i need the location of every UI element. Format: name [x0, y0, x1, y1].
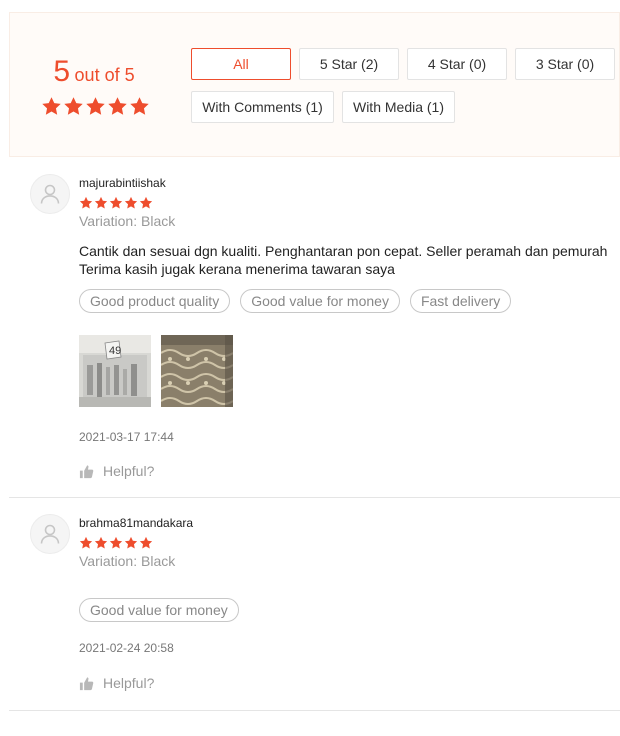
star-icon: [94, 536, 108, 549]
helpful-button[interactable]: Helpful?: [79, 463, 154, 479]
review-star-rating: [79, 196, 153, 210]
star-icon: [64, 97, 83, 115]
rating-summary-panel: 5 out of 5 All 5 Star (2) 4 Star (0) 3 S…: [9, 12, 620, 157]
review-tag: Fast delivery: [409, 289, 512, 313]
star-icon: [86, 97, 105, 115]
filter-all-button[interactable]: All: [191, 48, 291, 80]
star-icon: [94, 196, 108, 209]
review-author: brahma81mandakara: [79, 516, 194, 530]
review-comment: Cantik dan sesuai dgn kualiti. Penghanta…: [79, 243, 608, 277]
review-tag: Good value for money: [240, 289, 400, 313]
review-tags: Good product quality Good value for mone…: [79, 289, 512, 313]
filter-5-star-button[interactable]: 5 Star (2): [299, 48, 399, 80]
filter-4-star-button[interactable]: 4 Star (0): [407, 48, 507, 80]
star-icon: [124, 536, 138, 549]
review-author: majurabintiishak: [79, 176, 166, 190]
overall-star-rating: [41, 96, 150, 117]
review-tags: Good value for money: [79, 598, 239, 622]
review-divider: [9, 497, 620, 498]
score-suffix: out of 5: [74, 65, 135, 85]
user-avatar-icon: [30, 174, 70, 214]
score-value: 5: [53, 55, 71, 88]
review-item: brahma81mandakara Variation: Black Good …: [9, 514, 620, 699]
star-icon: [139, 196, 153, 209]
review-item: majurabintiishak Variation: Black Cantik…: [9, 174, 620, 484]
filter-with-comments-button[interactable]: With Comments (1): [191, 91, 334, 123]
thumbs-up-icon: [79, 464, 94, 478]
star-icon: [42, 97, 61, 115]
helpful-label: Helpful?: [103, 463, 155, 479]
review-media: 49: [79, 335, 233, 407]
overall-score: 5 out of 5: [42, 55, 146, 89]
star-icon: [108, 97, 127, 115]
review-variation: Variation: Black: [79, 213, 176, 229]
review-photo-thumbnail[interactable]: [161, 335, 233, 407]
review-tag: Good product quality: [79, 289, 231, 313]
thumbs-up-icon: [79, 676, 94, 690]
helpful-button[interactable]: Helpful?: [79, 675, 154, 691]
review-tag: Good value for money: [79, 598, 239, 622]
review-divider: [9, 710, 620, 711]
star-icon: [109, 196, 123, 209]
star-icon: [79, 196, 93, 209]
review-photo-thumbnail[interactable]: 49: [79, 335, 151, 407]
star-icon: [130, 97, 149, 115]
svg-text:49: 49: [109, 345, 121, 357]
review-timestamp: 2021-02-24 20:58: [79, 641, 174, 655]
star-icon: [139, 536, 153, 549]
star-icon: [79, 536, 93, 549]
review-variation: Variation: Black: [79, 553, 176, 569]
star-icon: [109, 536, 123, 549]
user-avatar-icon: [30, 514, 70, 554]
review-timestamp: 2021-03-17 17:44: [79, 430, 174, 444]
review-star-rating: [79, 536, 153, 550]
filter-3-star-button[interactable]: 3 Star (0): [515, 48, 615, 80]
star-icon: [124, 196, 138, 209]
filter-with-media-button[interactable]: With Media (1): [342, 91, 455, 123]
helpful-label: Helpful?: [103, 675, 155, 691]
